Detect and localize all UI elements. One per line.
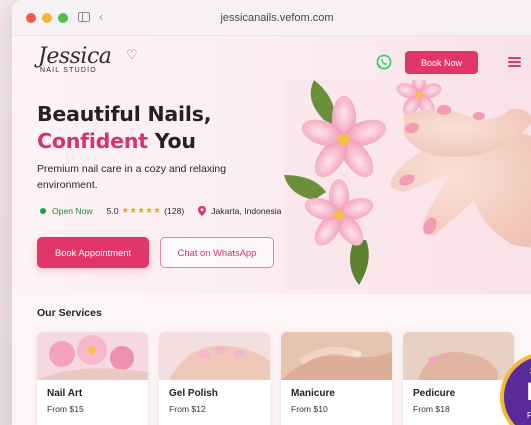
service-price: From $15 [47, 404, 84, 414]
service-price: From $10 [291, 404, 328, 414]
hamburger-menu-icon[interactable] [508, 57, 521, 67]
nail-art-image [37, 332, 148, 380]
service-name: Gel Polish [169, 388, 218, 399]
service-price: From $12 [169, 404, 206, 414]
heart-icon: ♡ [126, 47, 138, 62]
address-bar-url[interactable]: jessicanails.vefom.com [12, 12, 531, 24]
service-name: Nail Art [47, 388, 83, 399]
pedicure-image [403, 332, 514, 380]
map-pin-icon [198, 205, 207, 216]
headline-rest: You [154, 129, 196, 153]
headline-accent: Confident [37, 129, 148, 153]
service-card-gel-polish[interactable]: Gel Polish From $12 [159, 332, 270, 425]
gel-polish-image [159, 332, 270, 380]
services-title: Our Services [37, 307, 102, 319]
hero-headline: Beautiful Nails, Confident You [37, 101, 211, 155]
service-card-pedicure[interactable]: Pedicure From $18 [403, 332, 514, 425]
service-name: Pedicure [413, 388, 456, 399]
service-card-nail-art[interactable]: Nail Art From $15 [37, 332, 148, 425]
service-price: From $18 [413, 404, 450, 414]
rating-value: 5.0 [106, 205, 119, 216]
service-name: Manicure [291, 388, 335, 399]
headline-line-1: Beautiful Nails, [37, 102, 212, 126]
browser-titlebar: ‹ jessicanails.vefom.com [12, 0, 531, 36]
book-now-button[interactable]: Book Now [405, 51, 478, 74]
chat-whatsapp-button[interactable]: Chat on WhatsApp [160, 237, 274, 268]
whatsapp-icon[interactable] [376, 54, 392, 70]
star-rating-icon: ★★★★★ [121, 205, 162, 215]
promo-badge-big: F [526, 378, 531, 406]
browser-window: ‹ jessicanails.vefom.com Jessica ♡ NAIL … [12, 0, 531, 425]
logo[interactable]: Jessica ♡ NAIL STUDIO [38, 44, 138, 74]
status-open-now: Open Now [52, 205, 93, 216]
manicure-image [281, 332, 392, 380]
promo-badge-bottom: FR [527, 411, 531, 420]
review-count[interactable]: (128) [164, 206, 184, 216]
status-dot-icon [40, 207, 46, 214]
logo-script: Jessica [38, 44, 112, 69]
hero-subtext: Premium nail care in a cozy and relaxing… [37, 163, 227, 191]
book-appointment-button[interactable]: Book Appointment [37, 237, 149, 268]
location-text: Jakarta, Indonesia [211, 205, 282, 216]
hero-image [284, 80, 531, 290]
hero-meta: Open Now 5.0 ★★★★★ (128) Jakarta, Indone… [40, 205, 281, 216]
service-card-manicure[interactable]: Manicure From $10 [281, 332, 392, 425]
